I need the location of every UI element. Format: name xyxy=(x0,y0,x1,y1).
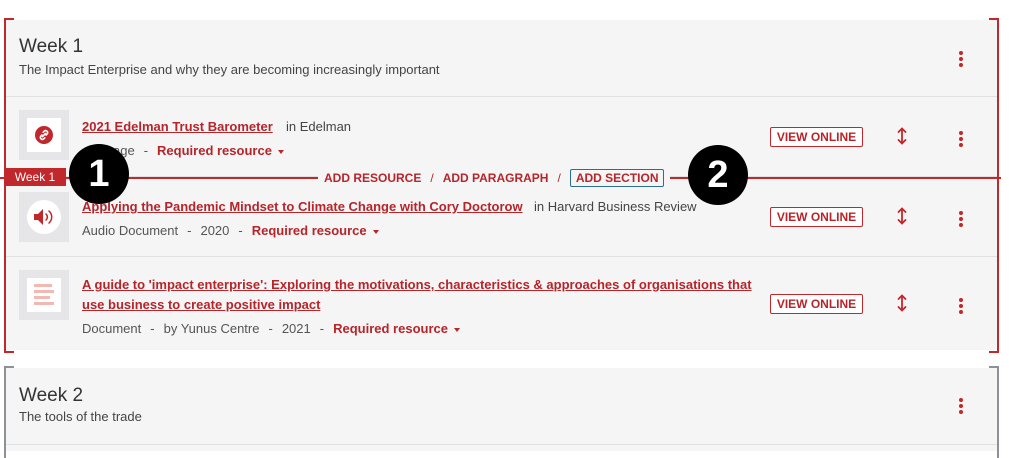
resource-menu-icon[interactable] xyxy=(958,211,964,229)
resource-menu-icon[interactable] xyxy=(958,298,964,316)
move-icon[interactable] xyxy=(897,127,907,145)
resource-title-link[interactable]: Applying the Pandemic Mindset to Climate… xyxy=(82,199,523,214)
annotation-badge-1: 1 xyxy=(69,144,129,204)
resource-menu-icon[interactable] xyxy=(958,131,964,149)
add-section-button[interactable]: ADD SECTION xyxy=(569,169,665,187)
week-subtitle: The tools of the trade xyxy=(19,409,142,424)
view-online-button[interactable]: VIEW ONLINE xyxy=(770,127,863,147)
caret-down-icon xyxy=(277,149,284,154)
resource-meta: Audio Document -2020- Required resource xyxy=(82,223,379,238)
insert-actions: ADD RESOURCE / ADD PARAGRAPH / ADD SECTION xyxy=(318,168,671,188)
document-icon xyxy=(34,284,54,305)
divider xyxy=(5,256,998,257)
resource-author: by Yunus Centre xyxy=(163,321,260,336)
resource-source: in Edelman xyxy=(286,119,352,134)
resource-year: 2021 xyxy=(281,321,311,336)
insert-week-flag: Week 1 xyxy=(4,168,66,186)
speaker-icon xyxy=(34,209,53,225)
week-menu-icon[interactable] xyxy=(958,398,964,416)
add-resource-button[interactable]: ADD RESOURCE xyxy=(324,171,421,185)
resource-meta: Document - by Yunus Centre -2021- Required r… xyxy=(82,321,460,336)
link-icon xyxy=(35,126,53,144)
required-resource-dropdown[interactable]: Required resource xyxy=(157,143,284,158)
week-2-section: Week 2 The tools of the trade xyxy=(5,368,998,451)
view-online-button[interactable]: VIEW ONLINE xyxy=(770,207,863,227)
resource-thumbnail xyxy=(19,192,69,242)
week-title: Week 1 xyxy=(19,36,84,57)
add-paragraph-button[interactable]: ADD PARAGRAPH xyxy=(443,171,549,185)
required-resource-dropdown[interactable]: Required resource xyxy=(252,223,379,238)
divider xyxy=(5,444,998,445)
divider xyxy=(5,96,998,97)
resource-meta: age - Required resource xyxy=(113,143,284,158)
week-menu-icon[interactable] xyxy=(958,51,964,69)
resource-thumbnail xyxy=(19,270,69,320)
week-title: Week 2 xyxy=(19,385,84,406)
resource-title-line-1[interactable]: A guide to 'impact enterprise': Explorin… xyxy=(82,277,752,292)
resource-type: Document xyxy=(82,321,142,336)
move-icon[interactable] xyxy=(897,207,907,225)
resource-thumbnail xyxy=(19,110,69,160)
resource-source: in Harvard Business Review xyxy=(534,199,697,214)
move-icon[interactable] xyxy=(897,294,907,312)
annotation-badge-2: 2 xyxy=(688,145,748,205)
resource-type: Audio Document xyxy=(82,223,179,238)
resource-title-link[interactable]: 2021 Edelman Trust Barometer xyxy=(82,119,273,134)
resource-title-line-2[interactable]: use business to create positive impact xyxy=(82,297,320,312)
caret-down-icon xyxy=(372,229,379,234)
required-resource-dropdown[interactable]: Required resource xyxy=(333,321,460,336)
resource-year: 2020 xyxy=(200,223,230,238)
week-subtitle: The Impact Enterprise and why they are b… xyxy=(19,62,440,77)
caret-down-icon xyxy=(453,327,460,332)
view-online-button[interactable]: VIEW ONLINE xyxy=(770,294,863,314)
